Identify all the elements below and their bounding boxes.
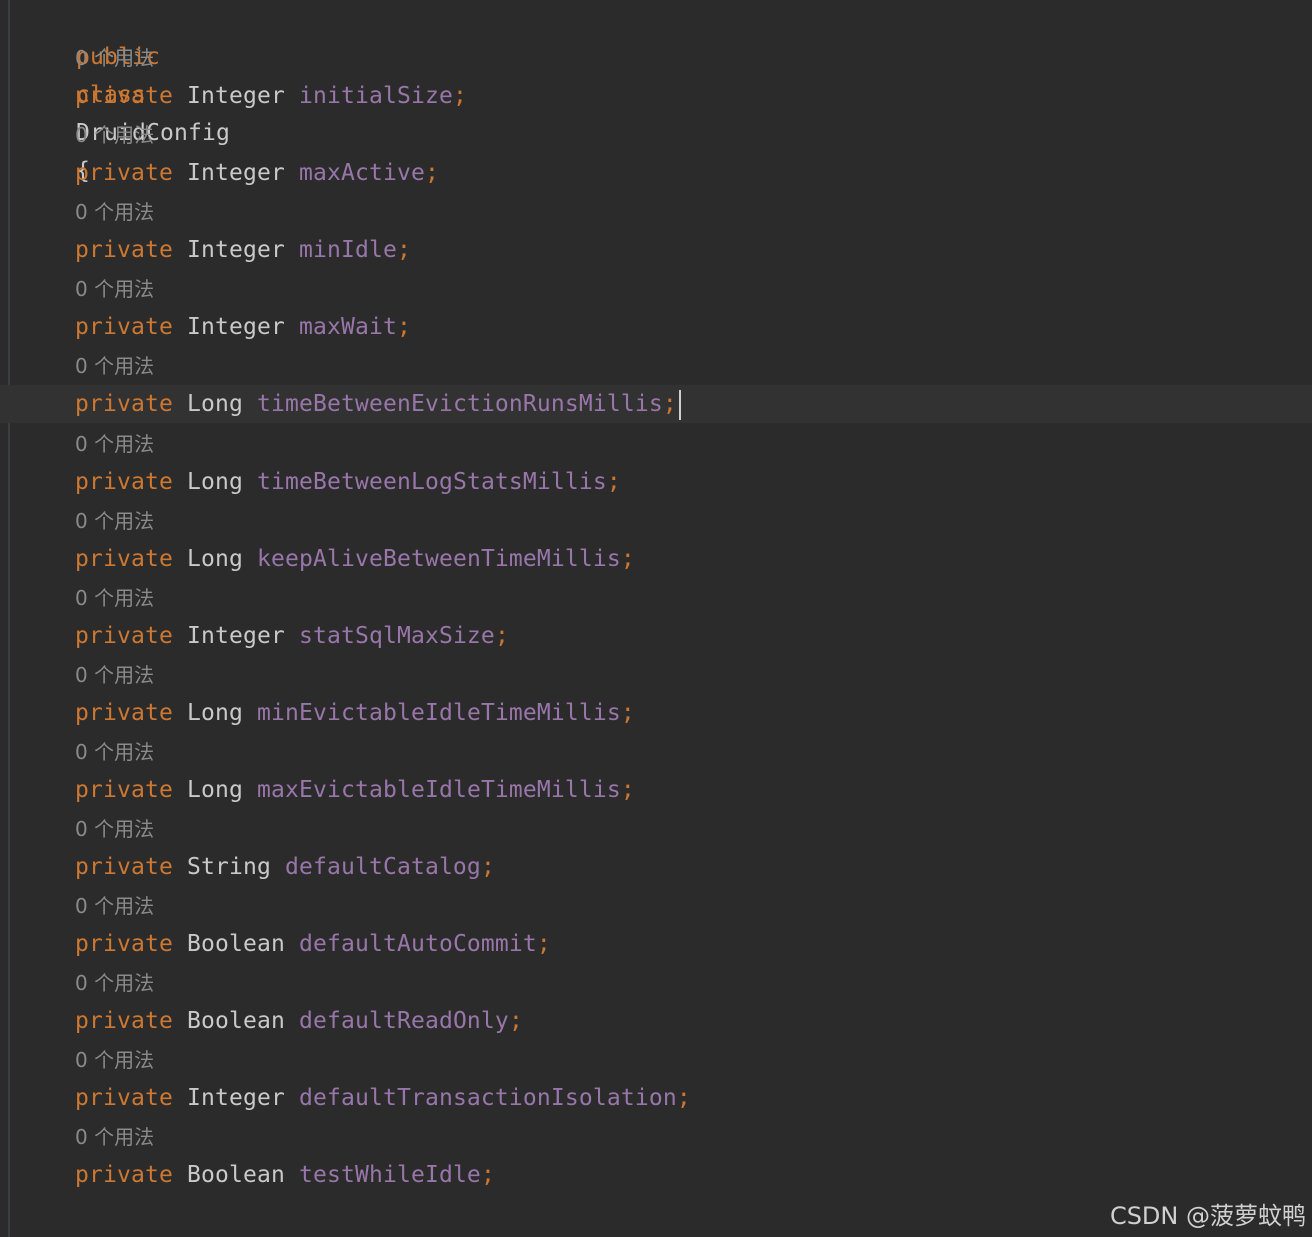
semicolon: ; (508, 1008, 523, 1034)
private-keyword: private (75, 469, 173, 495)
field-name: initialSize (298, 83, 453, 109)
private-keyword: private (75, 931, 173, 957)
usage-hint[interactable]: 0 个用法 (0, 656, 1312, 694)
field-name: maxWait (298, 314, 397, 340)
semicolon: ; (662, 391, 677, 417)
usage-hint[interactable]: 0 个用法 (0, 810, 1312, 848)
code-editor[interactable]: public class DruidConfig { 0 个用法 private … (0, 0, 1312, 1237)
watermark: CSDN @菠萝蚊鸭 (1109, 1202, 1306, 1230)
semicolon: ; (424, 160, 439, 186)
field-name: keepAliveBetweenTimeMillis (256, 546, 621, 572)
field-name: maxEvictableIdleTimeMillis (256, 777, 621, 803)
field-type: Long (186, 777, 243, 803)
field-type: Boolean (186, 931, 285, 957)
private-keyword: private (75, 700, 173, 726)
field-name: defaultAutoCommit (298, 931, 537, 957)
usage-hint[interactable]: 0 个用法 (0, 964, 1312, 1002)
field-name: defaultCatalog (284, 854, 481, 880)
field-type: Integer (186, 237, 285, 263)
private-keyword: private (75, 777, 173, 803)
field-name: minEvictableIdleTimeMillis (256, 700, 621, 726)
semicolon: ; (620, 546, 635, 572)
semicolon: ; (480, 854, 495, 880)
usage-hint[interactable]: 0 个用法 (0, 39, 1312, 77)
field-declaration-line[interactable]: private Long minEvictableIdleTimeMillis; (0, 694, 1312, 732)
semicolon: ; (494, 623, 509, 649)
usage-hint[interactable]: 0 个用法 (0, 887, 1312, 925)
private-keyword: private (75, 854, 173, 880)
semicolon: ; (480, 1162, 495, 1188)
semicolon: ; (396, 314, 411, 340)
field-type: String (186, 854, 271, 880)
field-declaration-line[interactable]: private Integer maxWait; (0, 308, 1312, 346)
private-keyword: private (75, 83, 173, 109)
semicolon: ; (676, 1085, 691, 1111)
field-declaration-line[interactable]: private Integer maxActive; (0, 154, 1312, 192)
private-keyword: private (75, 237, 173, 263)
field-declaration-line[interactable]: private Boolean defaultAutoCommit; (0, 925, 1312, 963)
field-declaration-line[interactable]: private Long timeBetweenEvictionRunsMill… (0, 385, 1312, 423)
field-type: Integer (186, 314, 285, 340)
private-keyword: private (75, 1008, 173, 1034)
field-type: Integer (186, 1085, 285, 1111)
field-name: timeBetweenLogStatsMillis (256, 469, 607, 495)
semicolon: ; (606, 469, 621, 495)
usage-hint[interactable]: 0 个用法 (0, 502, 1312, 540)
field-declaration-line[interactable]: private Integer defaultTransactionIsolat… (0, 1079, 1312, 1117)
field-name: defaultTransactionIsolation (298, 1085, 677, 1111)
usage-hint[interactable]: 0 个用法 (0, 193, 1312, 231)
field-name: testWhileIdle (298, 1162, 481, 1188)
usage-hint[interactable]: 0 个用法 (0, 270, 1312, 308)
private-keyword: private (75, 1162, 173, 1188)
semicolon: ; (396, 237, 411, 263)
field-type: Long (186, 391, 243, 417)
private-keyword: private (75, 546, 173, 572)
field-type: Integer (186, 83, 285, 109)
field-name: timeBetweenEvictionRunsMillis (256, 391, 663, 417)
usage-hint[interactable]: 0 个用法 (0, 579, 1312, 617)
usage-hint[interactable]: 0 个用法 (0, 1041, 1312, 1079)
semicolon: ; (620, 700, 635, 726)
field-type: Boolean (186, 1162, 285, 1188)
usage-hint[interactable]: 0 个用法 (0, 425, 1312, 463)
field-declaration-line[interactable]: private Boolean testWhileIdle; (0, 1156, 1312, 1194)
field-name: statSqlMaxSize (298, 623, 495, 649)
field-declaration-line[interactable]: private String defaultCatalog; (0, 848, 1312, 886)
private-keyword: private (75, 160, 173, 186)
semicolon: ; (536, 931, 551, 957)
field-name: minIdle (298, 237, 397, 263)
field-declaration-line[interactable]: private Integer statSqlMaxSize; (0, 617, 1312, 655)
usage-hint[interactable]: 0 个用法 (0, 347, 1312, 385)
field-type: Integer (186, 623, 285, 649)
field-declaration-line[interactable]: private Integer minIdle; (0, 231, 1312, 269)
field-name: maxActive (298, 160, 425, 186)
field-name: defaultReadOnly (298, 1008, 509, 1034)
field-type: Long (186, 469, 243, 495)
private-keyword: private (75, 623, 173, 649)
usage-hint[interactable]: 0 个用法 (0, 1118, 1312, 1156)
private-keyword: private (75, 391, 173, 417)
field-type: Long (186, 546, 243, 572)
field-type: Integer (186, 160, 285, 186)
private-keyword: private (75, 1085, 173, 1111)
field-type: Boolean (186, 1008, 285, 1034)
field-declaration-line[interactable]: private Integer initialSize; (0, 77, 1312, 115)
usage-hint[interactable]: 0 个用法 (0, 116, 1312, 154)
field-type: Long (186, 700, 243, 726)
private-keyword: private (75, 314, 173, 340)
field-declaration-line[interactable]: private Long keepAliveBetweenTimeMillis; (0, 540, 1312, 578)
field-declaration-line[interactable]: private Long timeBetweenLogStatsMillis; (0, 463, 1312, 501)
field-declaration-line[interactable]: private Long maxEvictableIdleTimeMillis; (0, 771, 1312, 809)
class-declaration-line[interactable]: public class DruidConfig { (0, 0, 1312, 184)
field-declaration-line[interactable]: private Boolean defaultReadOnly; (0, 1002, 1312, 1040)
usage-hint[interactable]: 0 个用法 (0, 733, 1312, 771)
semicolon: ; (620, 777, 635, 803)
text-cursor (678, 389, 681, 420)
semicolon: ; (452, 83, 467, 109)
